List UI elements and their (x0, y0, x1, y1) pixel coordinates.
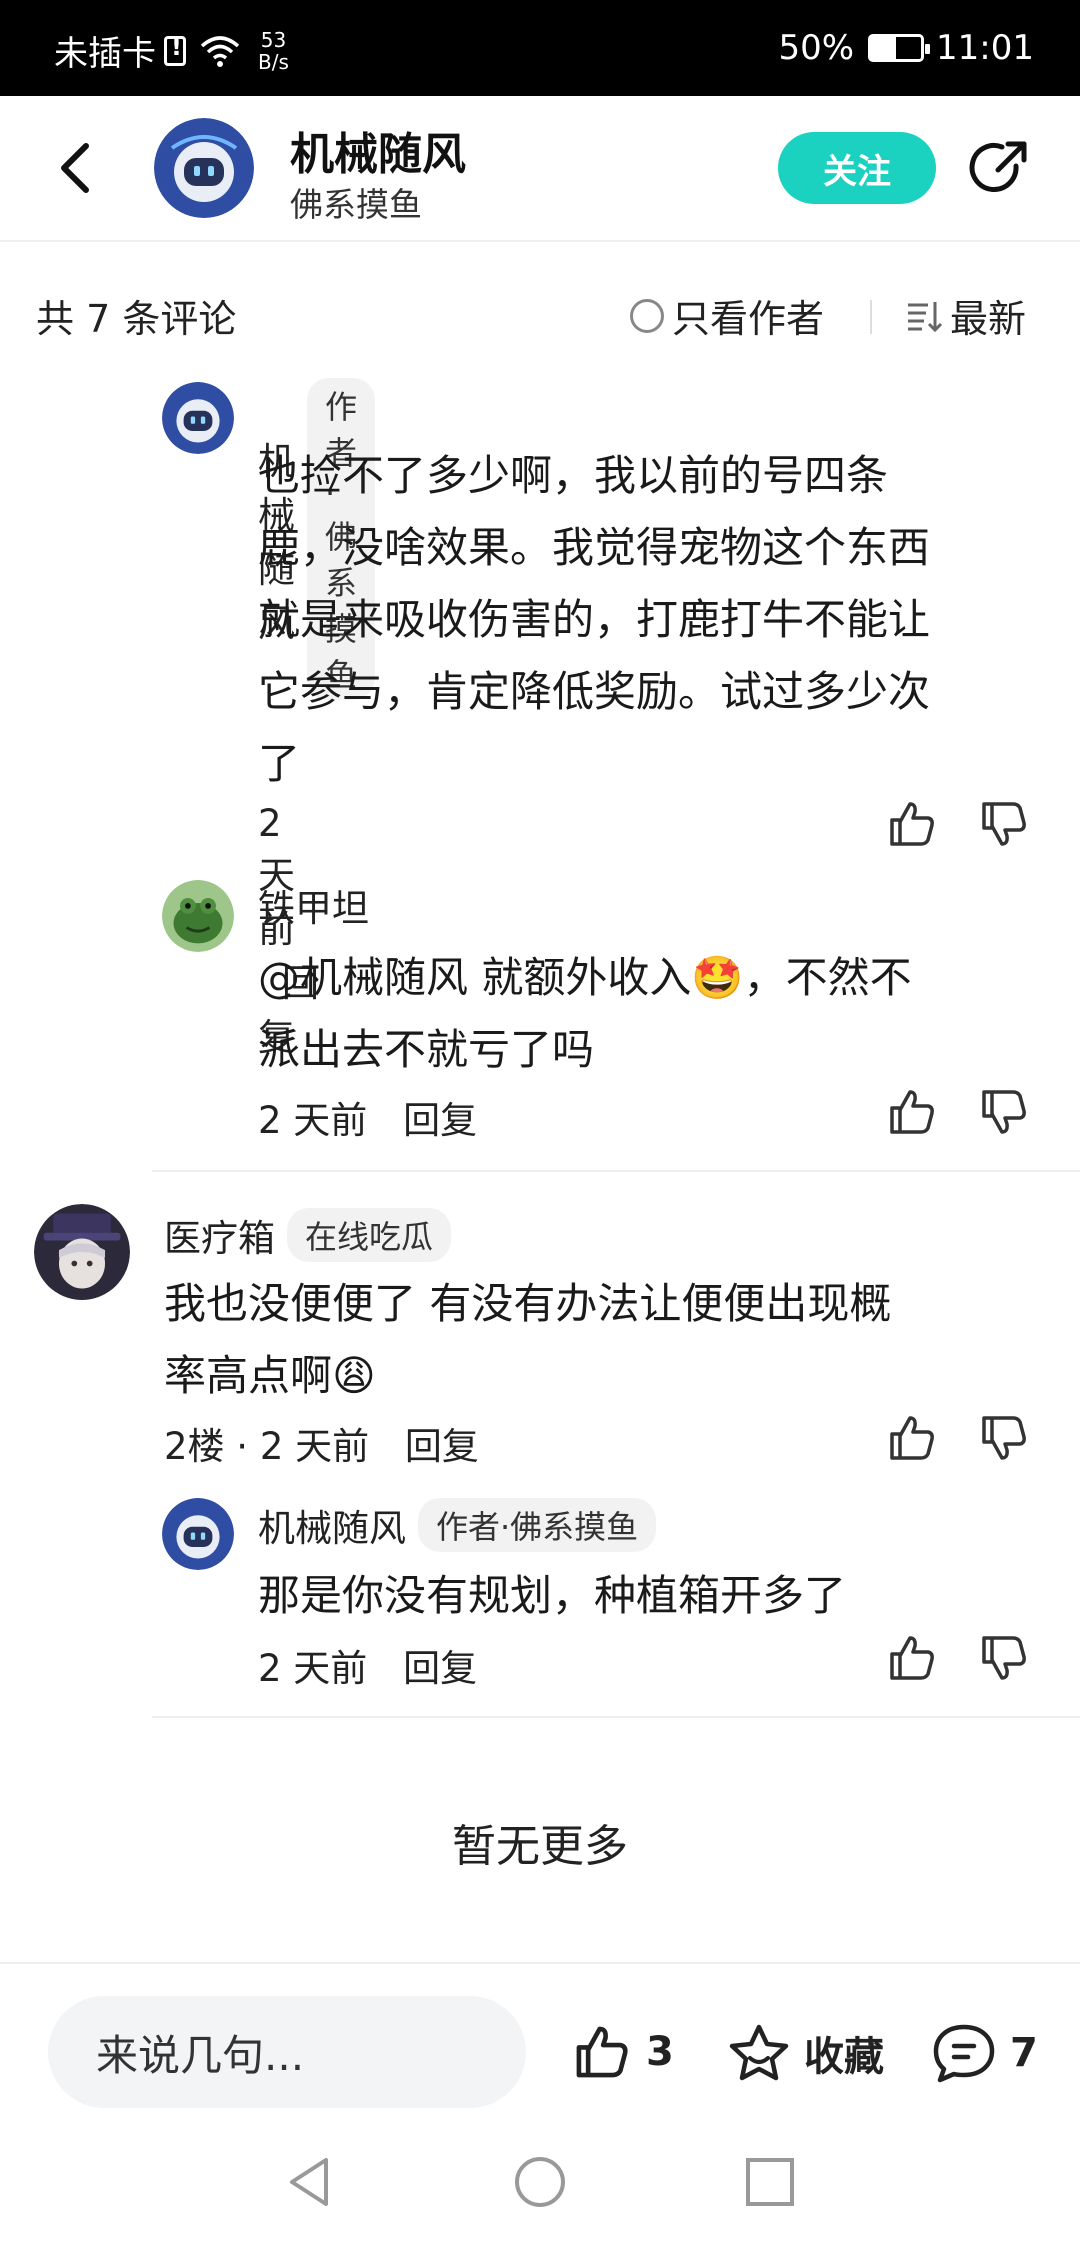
comment-line: 也捡不了多少啊，我以前的号四条 (258, 451, 889, 500)
comment-line: 鹿，没啥效果。我觉得宠物这个东西 (258, 523, 931, 572)
avatar[interactable] (162, 1498, 234, 1570)
comment-line: 了 (258, 739, 301, 788)
star-icon (729, 2024, 789, 2081)
comment-line: 它参与，肯定降低奖励。试过多少次 (258, 667, 931, 716)
battery-percent: 50% (778, 28, 855, 68)
avatar[interactable] (34, 1204, 130, 1300)
avatar[interactable] (162, 880, 234, 952)
post-header: 机械随风 佛系摸鱼 关注 (0, 96, 1080, 242)
like-button[interactable]: 3 (570, 2022, 674, 2082)
system-nav-bar (0, 2114, 1080, 2244)
reply-button[interactable]: 回复 (405, 1425, 479, 1468)
sort-icon (908, 301, 943, 332)
comments-toolbar: 共 7 条评论 只看作者 最新 (0, 270, 1080, 354)
divider (152, 1716, 1080, 1718)
carrier-text: 未插卡 (54, 34, 156, 74)
comment-line: @机械随风 就额外收入🤩，不然不 (258, 953, 912, 1002)
robot-avatar-icon (162, 382, 234, 454)
author-subtitle: 佛系摸鱼 (290, 185, 422, 224)
status-bar: 未插卡 53 B/s 50% 11:01 (0, 0, 1080, 96)
net-speed: 53 B/s (258, 29, 289, 73)
net-speed-unit: B/s (258, 49, 289, 74)
nav-recent-apps-icon[interactable] (742, 2154, 798, 2210)
author-avatar[interactable] (154, 118, 254, 218)
comment-text: @机械随风 就额外收入🤩，不然不 派出去不就亏了吗 (258, 942, 1048, 1086)
battery-icon (868, 34, 931, 62)
comment-line: 就是来吸收伤害的，打鹿打牛不能让 (258, 595, 931, 644)
comment-floor-time: 2楼 · 2 天前 (164, 1425, 370, 1468)
share-icon[interactable] (966, 136, 1032, 202)
thumbs-up-icon[interactable] (886, 1632, 938, 1684)
wifi-icon (200, 35, 240, 67)
like-count: 3 (646, 2029, 674, 2075)
author-only-label: 只看作者 (672, 297, 825, 341)
sort-label: 最新 (950, 297, 1027, 341)
frog-avatar-icon (162, 880, 234, 952)
comment-count-badge: 7 (1010, 2030, 1038, 2076)
favorite-button[interactable]: 收藏 (726, 2022, 884, 2084)
thumbs-down-icon[interactable] (978, 1632, 1030, 1684)
nav-home-icon[interactable] (512, 2154, 568, 2210)
nav-back-icon[interactable] (282, 2154, 338, 2210)
comment-line: 那是你没有规划，种植箱开多了 (258, 1571, 847, 1620)
reply-button[interactable]: 回复 (403, 1647, 477, 1690)
commenter-name[interactable]: 机械随风 (258, 1498, 406, 1552)
divider (152, 1170, 1080, 1172)
comment-count: 共 7 条评论 (36, 297, 237, 341)
author-only-toggle[interactable]: 只看作者 (630, 288, 824, 343)
comment-text: 也捡不了多少啊，我以前的号四条 鹿，没啥效果。我觉得宠物这个东西 就是来吸收伤害… (258, 440, 1048, 800)
comment-line: 率高点啊😩 (164, 1351, 376, 1400)
comment-text: 我也没便便了 有没有办法让便便出现概 率高点啊😩 (164, 1268, 1044, 1412)
sim-alert-icon (164, 33, 186, 66)
thumbs-down-icon[interactable] (978, 1086, 1030, 1138)
thumbs-down-icon[interactable] (978, 1412, 1030, 1464)
radio-circle-icon (630, 298, 664, 333)
bottom-action-bar: 来说几句... 3 收藏 7 (0, 1962, 1080, 2114)
robot-avatar-icon (162, 1498, 234, 1570)
commenter-name[interactable]: 铁甲坦 (258, 878, 369, 932)
comment-time: 2 天前 (258, 1099, 368, 1142)
thumbs-up-icon (576, 2026, 628, 2078)
comment-line: 我也没便便了 有没有办法让便便出现概 (164, 1279, 892, 1328)
thumbs-up-icon[interactable] (886, 1412, 938, 1464)
divider (870, 300, 872, 334)
commenter-name[interactable]: 医疗箱 (164, 1208, 275, 1262)
avatar[interactable] (162, 382, 234, 454)
net-speed-value: 53 (260, 27, 287, 52)
clock: 11:01 (936, 28, 1034, 68)
comment-input[interactable]: 来说几句... (48, 1996, 526, 2108)
author-name[interactable]: 机械随风 (290, 118, 466, 182)
thumbs-up-icon[interactable] (886, 1086, 938, 1138)
back-arrow-icon[interactable] (52, 138, 102, 198)
comment-text: 那是你没有规划，种植箱开多了 (258, 1560, 1048, 1632)
comment-bubble-icon (933, 2024, 995, 2083)
sort-button[interactable]: 最新 (904, 288, 1026, 343)
follow-button[interactable]: 关注 (778, 132, 936, 204)
robot-avatar-icon (154, 118, 254, 218)
comment-line: 派出去不就亏了吗 (258, 1025, 595, 1074)
thumbs-up-icon[interactable] (886, 798, 938, 850)
no-more-text: 暂无更多 (452, 1821, 628, 1872)
comments-button[interactable]: 7 (930, 2022, 1038, 2084)
comment-time: 2 天前 (258, 1647, 368, 1690)
character-avatar-icon (34, 1204, 130, 1300)
author-tag: 作者·佛系摸鱼 (418, 1498, 657, 1552)
favorite-label: 收藏 (804, 2034, 884, 2080)
user-tag: 在线吃瓜 (287, 1208, 452, 1262)
thumbs-down-icon[interactable] (978, 798, 1030, 850)
reply-button[interactable]: 回复 (403, 1099, 477, 1142)
